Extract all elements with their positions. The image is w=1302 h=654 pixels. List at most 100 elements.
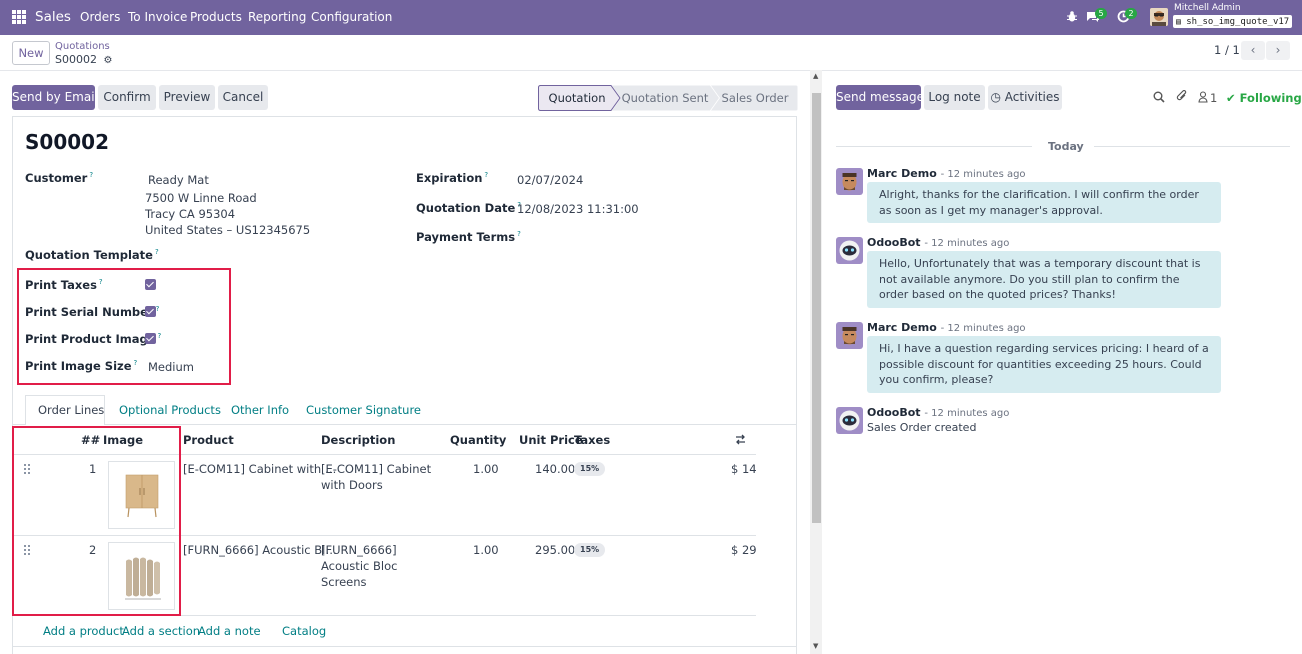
scroll-up-arrow-icon[interactable]: ▲	[813, 72, 818, 80]
row-product[interactable]: [E-COM11] Cabinet with …	[183, 461, 336, 477]
customer-address-line3: United States – US12345675	[145, 223, 311, 237]
confirm-button[interactable]: Confirm	[98, 85, 156, 110]
following-label: Following	[1239, 91, 1302, 105]
active-tab-mask	[26, 423, 104, 425]
add-section-link[interactable]: Add a section	[122, 624, 200, 638]
check-icon: ✔	[1226, 91, 1236, 105]
customer-label: Customer?	[25, 171, 93, 185]
menu-to-invoice[interactable]: To Invoice	[128, 10, 187, 24]
help-icon[interactable]: ?	[517, 230, 521, 238]
message-author-name[interactable]: Marc Demo	[867, 321, 937, 334]
message-author-name[interactable]: Marc Demo	[867, 167, 937, 180]
help-icon[interactable]: ?	[89, 171, 93, 179]
date-separator: Today	[1048, 140, 1084, 153]
column-product[interactable]: Product	[183, 433, 234, 447]
message-time: - 12 minutes ago	[940, 323, 1026, 334]
debug-bug-icon[interactable]	[1066, 10, 1078, 23]
status-quotation-sent[interactable]: Quotation Sent	[620, 86, 710, 110]
pager-next-button[interactable]: ›	[1266, 41, 1290, 60]
activities-button-label: Activities	[1004, 90, 1060, 104]
breadcrumb-current: S00002 ⚙	[55, 53, 112, 66]
row-unit-price[interactable]: 140.00	[535, 461, 575, 477]
quotation-template-label: Quotation Template?	[25, 248, 159, 262]
tab-order-lines[interactable]: Order Lines	[38, 403, 104, 417]
row-tax-badge[interactable]: 15%	[574, 462, 606, 476]
row-description-line: Screens	[321, 575, 367, 589]
breadcrumb-quotations[interactable]: Quotations	[55, 41, 110, 52]
optional-columns-icon[interactable]	[735, 434, 746, 445]
message-author-name[interactable]: OdooBot	[867, 406, 921, 419]
tab-other-info[interactable]: Other Info	[231, 403, 289, 417]
highlight-serial-image-columns	[12, 426, 181, 616]
row-tax-badge[interactable]: 15%	[574, 543, 606, 557]
help-icon[interactable]: ?	[155, 248, 159, 256]
menu-configuration[interactable]: Configuration	[311, 10, 392, 24]
status-quotation[interactable]: Quotation	[541, 86, 613, 110]
activities-button[interactable]: ◷ Activities	[988, 85, 1062, 110]
menu-reporting[interactable]: Reporting	[248, 10, 306, 24]
row-unit-price[interactable]: 295.00	[535, 542, 575, 558]
search-icon[interactable]	[1153, 91, 1165, 103]
row-quantity[interactable]: 1.00	[473, 461, 499, 477]
expiration-label: Expiration?	[416, 171, 488, 185]
paperclip-icon[interactable]	[1176, 90, 1188, 103]
row-description-line: [FURN_6666]	[321, 543, 397, 557]
tab-optional-products[interactable]: Optional Products	[119, 403, 221, 417]
message-bubble: Hi, I have a question regarding services…	[867, 336, 1221, 393]
row-quantity[interactable]: 1.00	[473, 542, 499, 558]
scroll-down-arrow-icon[interactable]: ▼	[813, 642, 818, 650]
cancel-action-button[interactable]: Cancel	[218, 85, 268, 110]
row-description[interactable]: [FURN_6666] Acoustic Bloc Screens	[321, 542, 397, 590]
column-quantity[interactable]: Quantity	[450, 433, 506, 447]
control-divider	[0, 70, 1302, 71]
log-note-button[interactable]: Log note	[924, 85, 985, 110]
followers-icon[interactable]	[1198, 91, 1208, 103]
gear-icon[interactable]: ⚙	[103, 55, 112, 66]
column-taxes[interactable]: Taxes	[574, 433, 610, 447]
add-note-link[interactable]: Add a note	[198, 624, 261, 638]
record-title: S00002	[25, 130, 109, 154]
clock-icon: ◷	[990, 90, 1001, 104]
row-product[interactable]: [FURN_6666] Acoustic Bl…	[183, 542, 337, 558]
pager-prev-button[interactable]: ‹	[1241, 41, 1265, 60]
new-button[interactable]: New	[12, 41, 50, 65]
catalog-link[interactable]: Catalog	[282, 624, 326, 638]
avatar[interactable]	[836, 237, 863, 264]
followers-count[interactable]: 1	[1210, 91, 1217, 105]
quotation-date-field[interactable]: 12/08/2023 11:31:00	[517, 202, 639, 216]
menu-orders[interactable]: Orders	[80, 10, 120, 24]
user-avatar[interactable]	[1150, 8, 1168, 26]
pager-value[interactable]: 1 / 1	[1214, 43, 1240, 57]
message-author: OdooBot - 12 minutes ago	[867, 406, 1009, 419]
status-sales-order[interactable]: Sales Order	[718, 86, 792, 110]
following-button[interactable]: ✔ Following	[1226, 91, 1302, 105]
app-grid-icon[interactable]	[12, 10, 26, 24]
help-icon[interactable]: ?	[484, 171, 488, 179]
menu-products[interactable]: Products	[190, 10, 242, 24]
avatar[interactable]	[836, 407, 863, 434]
breadcrumb-record-name: S00002	[55, 53, 97, 66]
preview-button[interactable]: Preview	[159, 85, 215, 110]
customer-name[interactable]: Ready Mat	[148, 173, 209, 187]
message-bubble: Alright, thanks for the clarification. I…	[867, 182, 1221, 223]
form-scrollbar-thumb[interactable]	[812, 93, 821, 523]
tabs-divider	[12, 424, 797, 425]
user-name[interactable]: Mitchell Admin	[1174, 3, 1241, 13]
send-message-button[interactable]: Send message	[836, 85, 924, 110]
send-by-email-button[interactable]: Send by Email	[12, 85, 98, 110]
chevron-right-icon: ›	[1275, 43, 1281, 57]
add-product-link[interactable]: Add a product	[43, 624, 124, 638]
message-time: - 12 minutes ago	[924, 408, 1010, 419]
row-description-line: with Doors	[321, 478, 383, 492]
tab-customer-signature[interactable]: Customer Signature	[306, 403, 421, 417]
customer-label-text: Customer	[25, 171, 88, 185]
app-name[interactable]: Sales	[35, 9, 71, 25]
database-name: ▤ sh_so_img_quote_v17	[1173, 15, 1293, 28]
avatar[interactable]	[836, 322, 863, 349]
column-description[interactable]: Description	[321, 433, 395, 447]
row-description[interactable]: [E-COM11] Cabinet with Doors	[321, 461, 431, 493]
expiration-field[interactable]: 02/07/2024	[517, 173, 583, 187]
message-author-name[interactable]: OdooBot	[867, 236, 921, 249]
row-description-line: [E-COM11] Cabinet	[321, 462, 432, 476]
avatar[interactable]	[836, 168, 863, 195]
